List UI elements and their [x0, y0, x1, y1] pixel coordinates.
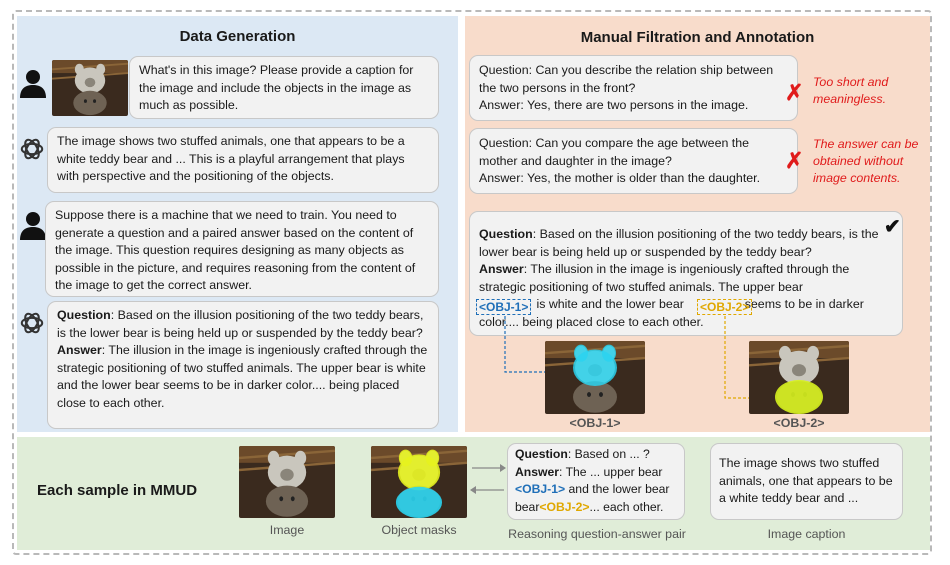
rejected-sample-2: Question: Can you compare the age betwee…	[469, 128, 798, 194]
obj1-tag: <OBJ-1>	[515, 482, 566, 496]
rejected-2-question: Question: Can you compare the age betwee…	[479, 136, 750, 168]
image-caption-label: Image caption	[767, 527, 846, 541]
question-label: Question	[57, 308, 111, 322]
qa-pair-label: Reasoning question-answer pair	[508, 527, 686, 541]
question-text: : Based on the illusion positioning of t…	[479, 227, 879, 259]
sample-caption-bubble: The image shows two stuffed animals, one…	[710, 443, 903, 520]
connector-lines	[504, 316, 792, 402]
question-label: Question	[515, 447, 568, 461]
caption-prompt-bubble: What's in this image? Please provide a c…	[129, 56, 439, 119]
accept-check-icon: ✔	[884, 216, 901, 238]
caption-response-bubble: The image shows two stuffed animals, one…	[47, 127, 439, 193]
qa-response-bubble: Question: Based on the illusion position…	[47, 301, 439, 429]
mmud-sample-title: Each sample in MMUD	[37, 482, 198, 499]
obj1-label: <OBJ-1>	[569, 416, 621, 430]
question-text: : Based on ... ?	[567, 447, 650, 461]
exchange-arrows	[470, 464, 506, 494]
obj2-mask-image	[749, 341, 849, 414]
answer-text-2: and the lower bear	[565, 482, 670, 496]
question-label: Question	[479, 227, 533, 241]
answer-label: Answer	[57, 343, 102, 357]
input-image-thumbnail	[52, 60, 128, 116]
image-label: Image	[269, 523, 305, 537]
filtration-title: Manual Filtration and Annotation	[580, 29, 815, 46]
sample-qa-bubble: Question: Based on ... ? Answer: The ...…	[507, 443, 685, 520]
rejected-2-answer: Answer: Yes, the mother is older than th…	[479, 171, 761, 185]
qa-prompt-bubble: Suppose there is a machine that we need …	[45, 201, 439, 297]
answer-label: Answer	[515, 464, 560, 479]
reject-reason-1: Too short and meaningless.	[813, 75, 889, 106]
answer-text-1: : The ... upper bear	[559, 464, 663, 479]
user-icon	[19, 69, 47, 99]
answer-text-3: ... each other.	[589, 499, 664, 514]
chatgpt-icon	[19, 310, 45, 336]
rejected-sample-1: Question: Can you describe the relation …	[469, 55, 798, 121]
rejected-1-answer: Answer: Yes, there are two persons in th…	[479, 98, 749, 112]
sample-image	[239, 446, 335, 518]
answer-text: : The illusion in the image is ingenious…	[57, 343, 428, 410]
obj2-tag: <OBJ-2>	[539, 499, 590, 514]
obj1-mask-image	[545, 341, 645, 414]
sample-object-masks	[371, 446, 467, 518]
reject-cross-icon: ✗	[785, 148, 804, 173]
chatgpt-icon	[19, 136, 45, 162]
reject-reason-2: The answer can be obtained without image…	[813, 137, 919, 185]
data-generation-title: Data Generation	[179, 28, 296, 45]
question-text: : Based on the illusion positioning of t…	[57, 308, 424, 340]
answer-text-1: : The illusion in the image is ingenious…	[479, 262, 850, 294]
obj2-label: <OBJ-2>	[773, 416, 825, 430]
rejected-1-question: Question: Can you describe the relation …	[479, 63, 774, 95]
masks-label: Object masks	[381, 523, 457, 537]
reject-cross-icon: ✗	[785, 80, 804, 105]
user-icon	[19, 211, 47, 241]
answer-label: Answer	[479, 262, 524, 276]
